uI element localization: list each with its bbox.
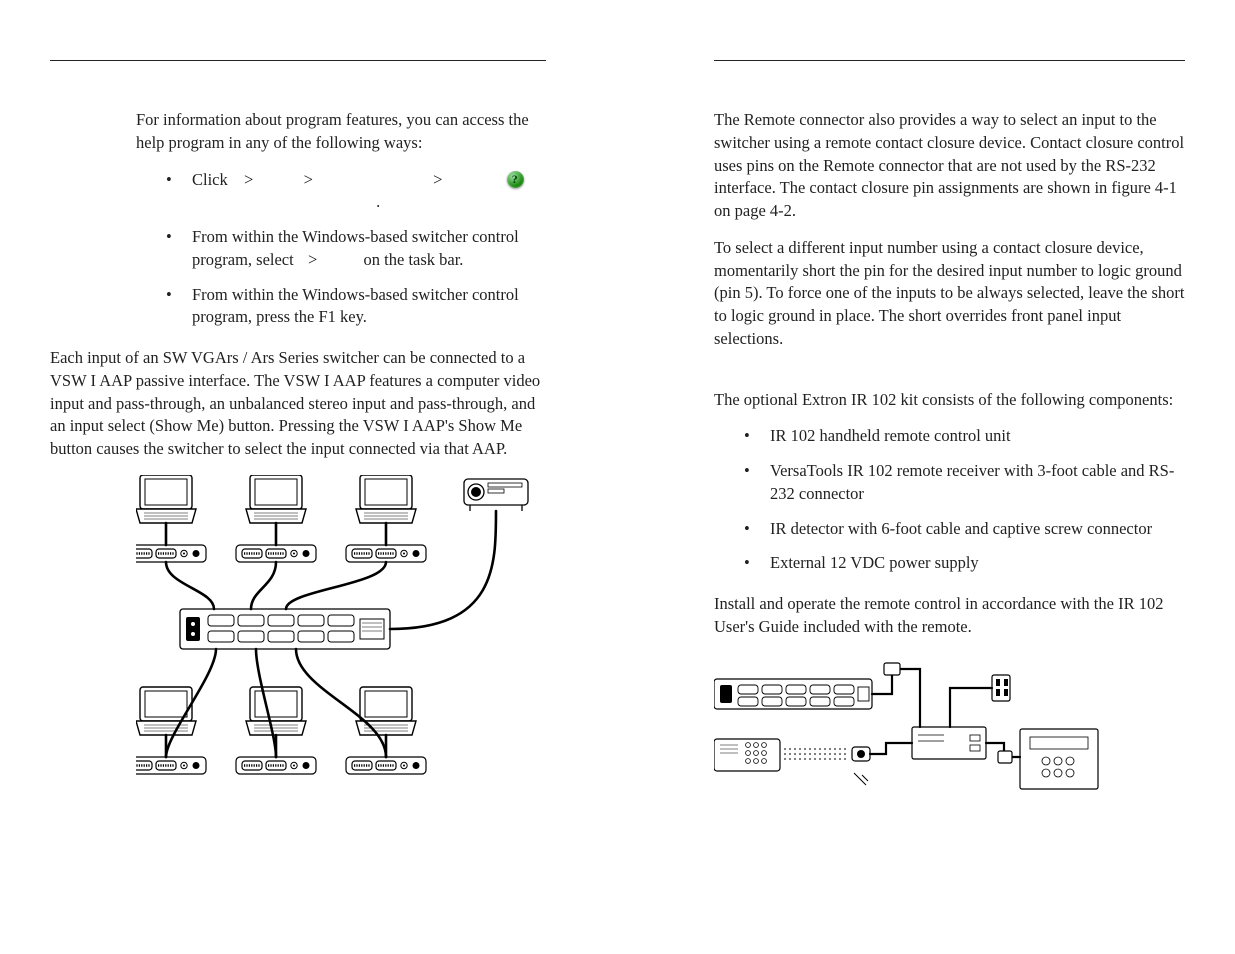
help-access-list: Click > > > . From within the Windows-ba… [50,169,546,330]
input-select-paragraph: To select a different input number using… [714,237,1185,351]
help-list-item-taskbar: From within the Windows-based switcher c… [166,226,546,272]
help-list-item-f1: From within the Windows-based switcher c… [166,284,546,330]
page-rule [50,60,546,61]
ir-list-item: IR 102 handheld remote control unit [744,425,1185,448]
ir-list-item: External 12 VDC power supply [744,552,1185,575]
help-list-item-click-path: Click > > > . [166,169,546,215]
ir-list-item: IR detector with 6-foot cable and captiv… [744,518,1185,541]
gt-2: > [304,170,313,189]
ir-kit-diagram [714,657,1114,817]
gt-1: > [244,170,253,189]
ir-intro-text: The optional Extron IR 102 kit consists … [714,389,1185,412]
help-icon [507,171,524,188]
gt-3: > [433,170,442,189]
remote-connector-paragraph: The Remote connector also provides a way… [714,109,1185,223]
vsw-paragraph: Each input of an SW VGArs / Ars Series s… [50,347,546,461]
ir-components-list: IR 102 handheld remote control unit Vers… [714,425,1185,575]
page-spread: For information about program features, … [0,0,1235,954]
path-terminator: . [376,192,380,211]
page-rule [714,60,1185,61]
taskbar-text-b: on the task bar. [364,250,464,269]
vsw-connection-diagram [136,475,546,795]
left-page: For information about program features, … [0,0,630,954]
word-click: Click [192,170,228,189]
ir-list-item: VersaTools IR 102 remote receiver with 3… [744,460,1185,506]
ir-outro-text: Install and operate the remote control i… [714,593,1185,639]
diagram-svg [136,475,546,795]
right-page: The Remote connector also provides a way… [630,0,1235,954]
taskbar-text-a: From within the Windows-based switcher c… [192,227,519,269]
help-intro-text: For information about program features, … [50,109,546,155]
diagram-svg [714,657,1114,817]
gt-4: > [308,250,317,269]
